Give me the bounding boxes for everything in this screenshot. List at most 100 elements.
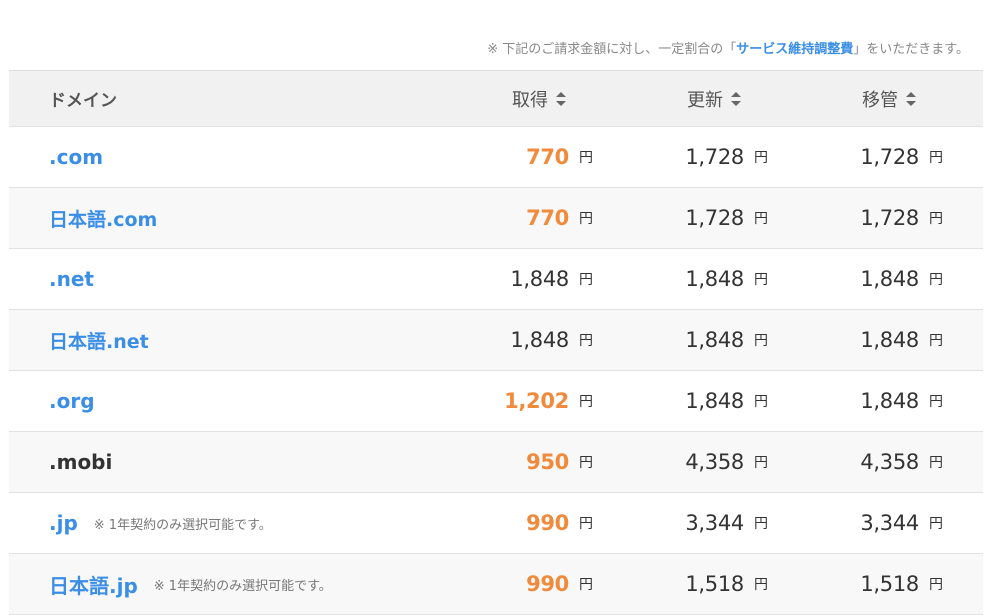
sort-icon[interactable] xyxy=(731,91,741,106)
currency-label: 円 xyxy=(579,455,593,471)
domain-cell: .jp ※ 1年契約のみ選択可能です。 xyxy=(49,493,272,553)
transfer-price: 3,344 xyxy=(860,511,919,535)
get-price: 950 xyxy=(526,450,569,474)
get-price: 770 xyxy=(526,206,569,230)
currency-label: 円 xyxy=(754,211,768,227)
get-price: 990 xyxy=(526,572,569,596)
renew-price: 1,728 xyxy=(685,145,744,169)
table-row: .net 1,848 円 1,848 円 1,848 円 xyxy=(9,249,983,310)
get-price-cell: 1,848 円 xyxy=(510,310,593,370)
currency-label: 円 xyxy=(929,516,943,532)
domain-cell: 日本語.com xyxy=(49,188,157,248)
currency-label: 円 xyxy=(754,455,768,471)
header-get-sort[interactable]: 取得 xyxy=(512,71,566,126)
domain-link[interactable]: .com xyxy=(49,145,103,169)
currency-label: 円 xyxy=(579,577,593,593)
get-price: 1,848 xyxy=(510,328,569,352)
get-price-cell: 950 円 xyxy=(526,432,593,492)
get-price-cell: 770 円 xyxy=(526,127,593,187)
currency-label: 円 xyxy=(579,272,593,288)
header-domain: ドメイン xyxy=(49,91,117,111)
notice-prefix: ※ 下記のご請求金額に対し、一定割合の「 xyxy=(487,42,737,57)
domain-note: ※ 1年契約のみ選択可能です。 xyxy=(153,578,332,594)
renew-price: 4,358 xyxy=(685,450,744,474)
domain-cell: 日本語.net xyxy=(49,310,149,370)
currency-label: 円 xyxy=(929,455,943,471)
domain-cell: .net xyxy=(49,249,94,309)
domain-cell: .com xyxy=(49,127,103,187)
notice-suffix: 」をいただきます。 xyxy=(853,42,969,57)
renew-price: 1,518 xyxy=(685,572,744,596)
currency-label: 円 xyxy=(754,150,768,166)
renew-price: 3,344 xyxy=(685,511,744,535)
domain-cell: .org xyxy=(49,371,95,431)
currency-label: 円 xyxy=(929,272,943,288)
currency-label: 円 xyxy=(579,394,593,410)
header-renew-sort[interactable]: 更新 xyxy=(687,71,741,126)
currency-label: 円 xyxy=(579,211,593,227)
table-row: .mobi 950 円 4,358 円 4,358 円 xyxy=(9,432,983,493)
transfer-price-cell: 1,848 円 xyxy=(860,249,943,309)
domain-link[interactable]: .net xyxy=(49,267,94,291)
sort-icon[interactable] xyxy=(906,91,916,106)
transfer-price: 1,518 xyxy=(860,572,919,596)
domain-link[interactable]: .org xyxy=(49,389,95,413)
currency-label: 円 xyxy=(754,333,768,349)
get-price-cell: 990 円 xyxy=(526,554,593,614)
transfer-price: 1,848 xyxy=(860,328,919,352)
domain-link[interactable]: 日本語.net xyxy=(49,327,149,354)
service-fee-link[interactable]: サービス維持調整費 xyxy=(736,42,853,57)
domain-link[interactable]: .jp xyxy=(49,511,78,535)
transfer-price-cell: 3,344 円 xyxy=(860,493,943,553)
get-price-cell: 770 円 xyxy=(526,188,593,248)
get-price: 990 xyxy=(526,511,569,535)
domain-link: .mobi xyxy=(49,450,113,474)
transfer-price: 1,728 xyxy=(860,145,919,169)
transfer-price-cell: 4,358 円 xyxy=(860,432,943,492)
domain-cell: 日本語.jp ※ 1年契約のみ選択可能です。 xyxy=(49,554,332,614)
transfer-price: 1,848 xyxy=(860,389,919,413)
renew-price: 1,848 xyxy=(685,389,744,413)
currency-label: 円 xyxy=(929,211,943,227)
get-price: 1,202 xyxy=(504,389,569,413)
transfer-price-cell: 1,848 円 xyxy=(860,310,943,370)
renew-price-cell: 1,728 円 xyxy=(685,188,768,248)
table-row: .org 1,202 円 1,848 円 1,848 円 xyxy=(9,371,983,432)
renew-price: 1,848 xyxy=(685,328,744,352)
renew-price-cell: 3,344 円 xyxy=(685,493,768,553)
get-price: 1,848 xyxy=(510,267,569,291)
table-row: 日本語.jp ※ 1年契約のみ選択可能です。 990 円 1,518 円 1,518 円 xyxy=(9,554,983,615)
currency-label: 円 xyxy=(579,333,593,349)
domain-link[interactable]: 日本語.jp xyxy=(49,570,138,599)
transfer-price: 4,358 xyxy=(860,450,919,474)
get-price-cell: 1,202 円 xyxy=(504,371,593,431)
renew-price-cell: 1,518 円 xyxy=(685,554,768,614)
transfer-price-cell: 1,728 円 xyxy=(860,127,943,187)
currency-label: 円 xyxy=(754,577,768,593)
header-transfer-sort[interactable]: 移管 xyxy=(862,71,916,126)
table-row: 日本語.com 770 円 1,728 円 1,728 円 xyxy=(9,188,983,249)
get-price: 770 xyxy=(526,145,569,169)
sort-icon[interactable] xyxy=(556,91,566,106)
header-renew-label: 更新 xyxy=(687,89,723,111)
currency-label: 円 xyxy=(929,333,943,349)
transfer-price: 1,848 xyxy=(860,267,919,291)
currency-label: 円 xyxy=(579,150,593,166)
table-row: .jp ※ 1年契約のみ選択可能です。 990 円 3,344 円 3,344 円 xyxy=(9,493,983,554)
renew-price-cell: 1,848 円 xyxy=(685,371,768,431)
renew-price-cell: 1,848 円 xyxy=(685,249,768,309)
currency-label: 円 xyxy=(929,577,943,593)
table-row: 日本語.net 1,848 円 1,848 円 1,848 円 xyxy=(9,310,983,371)
domain-cell: .mobi xyxy=(49,432,112,492)
domain-link[interactable]: 日本語.com xyxy=(49,205,157,232)
domain-price-table: ドメイン 取得 更新 移管 .com 770 円 1,728 円 1,728 円日本語.co… xyxy=(9,70,983,615)
header-transfer-label: 移管 xyxy=(862,89,898,111)
renew-price: 1,728 xyxy=(685,206,744,230)
currency-label: 円 xyxy=(929,150,943,166)
service-fee-notice: ※ 下記のご請求金額に対し、一定割合の「サービス維持調整費」をいただきます。 xyxy=(487,38,969,57)
table-header: ドメイン 取得 更新 移管 xyxy=(9,71,983,127)
currency-label: 円 xyxy=(929,394,943,410)
transfer-price-cell: 1,848 円 xyxy=(860,371,943,431)
renew-price-cell: 1,728 円 xyxy=(685,127,768,187)
table-row: .com 770 円 1,728 円 1,728 円 xyxy=(9,127,983,188)
